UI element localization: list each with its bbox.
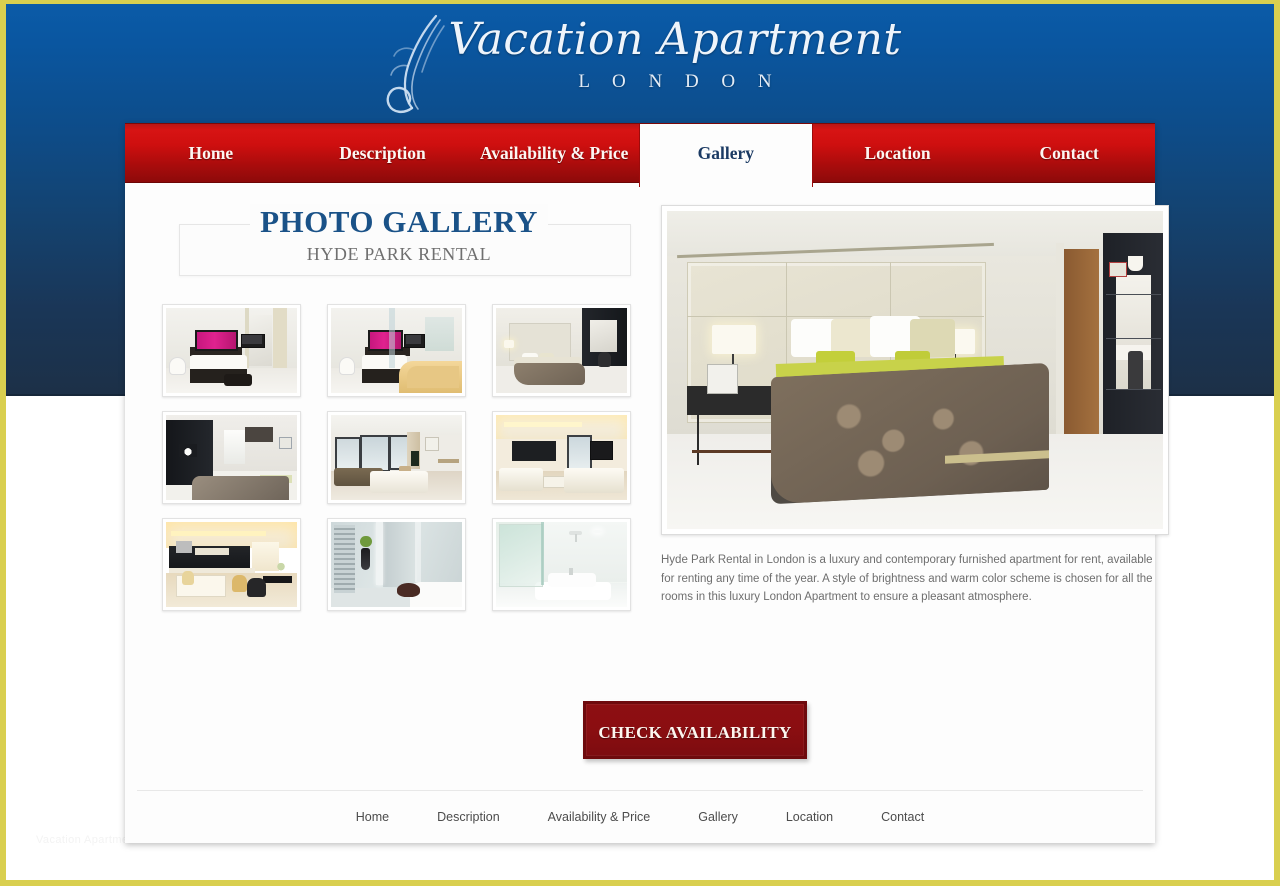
main-photo-image	[667, 211, 1163, 529]
nav-item-gallery[interactable]: Gallery	[640, 124, 812, 187]
thumbnail-4-image	[166, 415, 297, 500]
thumbnail-9-image	[496, 522, 627, 607]
thumbnail-6[interactable]	[492, 411, 631, 504]
gallery-heading: PHOTO GALLERY HYDE PARK RENTAL	[155, 204, 643, 290]
nav-item-description[interactable]: Description	[297, 124, 469, 182]
thumbnail-2[interactable]	[327, 304, 466, 397]
nav-item-location[interactable]: Location	[812, 124, 984, 182]
site-logo[interactable]: Vacation Apartment L O N D O N	[6, 14, 1274, 118]
thumbnail-4[interactable]	[162, 411, 301, 504]
nav-item-contact[interactable]: Contact	[983, 124, 1155, 182]
page-title: PHOTO GALLERY	[155, 204, 643, 240]
thumbnail-3[interactable]	[492, 304, 631, 397]
footer-link-contact[interactable]: Contact	[857, 810, 948, 824]
cta-container: CHECK AVAILABILITY	[125, 701, 1155, 759]
thumbnail-9[interactable]	[492, 518, 631, 611]
nav-item-home[interactable]: Home	[125, 124, 297, 182]
check-availability-button[interactable]: CHECK AVAILABILITY	[583, 701, 807, 759]
footer-link-description[interactable]: Description	[413, 810, 524, 824]
footer-link-location[interactable]: Location	[762, 810, 857, 824]
content-panel: Home Description Availability & Price Ga…	[125, 123, 1169, 843]
thumbnail-5-image	[331, 415, 462, 500]
property-description: Hyde Park Rental in London is a luxury a…	[661, 554, 1153, 603]
thumbnail-7-image	[166, 522, 297, 607]
footer-link-availability-price[interactable]: Availability & Price	[524, 810, 675, 824]
thumbnail-6-image	[496, 415, 627, 500]
thumbnail-8-image	[331, 522, 462, 607]
footer-link-home[interactable]: Home	[332, 810, 413, 824]
footer-navigation: Home Description Availability & Price Ga…	[137, 790, 1143, 843]
main-photo-frame[interactable]	[661, 205, 1169, 535]
thumbnail-1[interactable]	[162, 304, 301, 397]
logo-subtitle: L O N D O N	[578, 71, 781, 92]
thumbnail-3-image	[496, 308, 627, 393]
main-navigation: Home Description Availability & Price Ga…	[125, 123, 1155, 187]
browser-page: Vacation Apartment L O N D O N Home Desc…	[0, 0, 1280, 886]
thumbnail-7[interactable]	[162, 518, 301, 611]
page-subtitle: HYDE PARK RENTAL	[306, 244, 492, 264]
thumbnail-5[interactable]	[327, 411, 466, 504]
page-title-text: PHOTO GALLERY	[250, 204, 548, 239]
logo-title: Vacation Apartment	[448, 14, 902, 65]
logo-inner: Vacation Apartment L O N D O N	[378, 14, 902, 113]
nav-item-availability-price[interactable]: Availability & Price	[468, 124, 640, 182]
footer-link-gallery[interactable]: Gallery	[674, 810, 762, 824]
thumbnail-8[interactable]	[327, 518, 466, 611]
thumbnail-2-image	[331, 308, 462, 393]
thumbnail-1-image	[166, 308, 297, 393]
thumbnail-grid	[149, 304, 643, 625]
